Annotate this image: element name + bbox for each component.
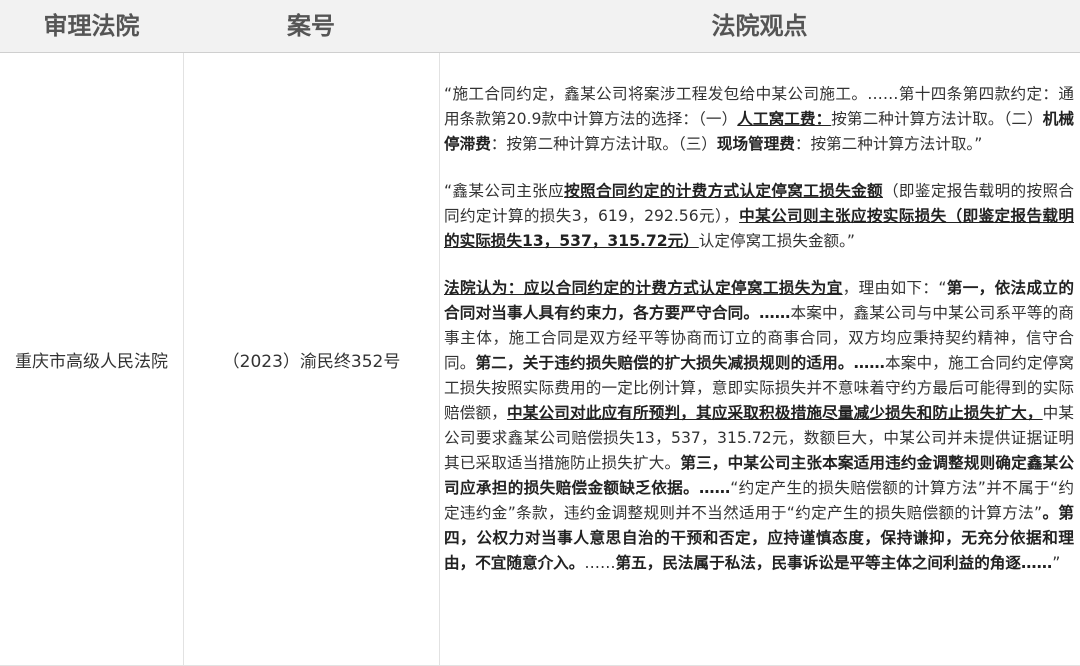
view-text: “鑫某公司主张应 — [444, 182, 565, 200]
view-text: …… — [584, 554, 616, 572]
court-view-paragraph: “鑫某公司主张应按照合同约定的计费方式认定停窝工损失金额（即鉴定报告载明的按照合… — [444, 179, 1074, 254]
cell-case-number: （2023）渝民终352号 — [184, 53, 439, 666]
view-text: ” — [1052, 554, 1061, 572]
cell-court-name: 重庆市高级人民法院 — [0, 53, 183, 666]
header-court: 审理法院 — [43, 12, 140, 40]
view-text: ，理由如下：“ — [842, 279, 947, 297]
view-text: 按第二种计算方法计取。（二） — [831, 110, 1043, 128]
view-emphasis-text: 现场管理费 — [716, 135, 795, 153]
view-emphasis-text: 第二，关于违约损失赔偿的扩大损失减损规则的适用。…… — [475, 354, 885, 372]
court-view-paragraph: 法院认为：应以合同约定的计费方式认定停窝工损失为宜，理由如下：“第一，依法成立的… — [444, 276, 1074, 576]
view-text: ：按第二种计算方法计取。” — [794, 135, 983, 153]
header-case-number: 案号 — [287, 12, 335, 40]
cell-court-view: “施工合同约定，鑫某公司将案涉工程发包给中某公司施工。……第十四条第四款约定：通… — [444, 82, 1074, 576]
column-divider — [439, 53, 440, 666]
table-header-row: 审理法院 案号 法院观点 — [0, 0, 1080, 53]
case-number-text: （2023）渝民终352号 — [222, 352, 401, 372]
view-emphasis-text: 中某公司对此应有所预判，其应采取积极措施尽量减少损失和防止损失扩大， — [507, 404, 1043, 422]
view-emphasis-text: 法院认为：应以合同约定的计费方式认定停窝工损失为宜 — [444, 279, 843, 297]
view-emphasis-text: 第五，民法属于私法，民事诉讼是平等主体之间利益的角逐…… — [615, 554, 1053, 572]
court-name-text: 重庆市高级人民法院 — [15, 352, 168, 372]
court-view-paragraph: “施工合同约定，鑫某公司将案涉工程发包给中某公司施工。……第十四条第四款约定：通… — [444, 82, 1074, 157]
view-emphasis-text: 按照合同约定的计费方式认定停窝工损失金额 — [564, 182, 883, 200]
view-text: ：按第二种计算方法计取。（三） — [490, 135, 717, 153]
view-emphasis-text: 人工窝工费： — [737, 110, 832, 128]
case-table: 审理法院 案号 法院观点 重庆市高级人民法院 （2023）渝民终352号 “施工… — [0, 0, 1080, 666]
header-court-view: 法院观点 — [711, 12, 808, 40]
view-text: 认定停窝工损失金额。” — [698, 232, 855, 250]
